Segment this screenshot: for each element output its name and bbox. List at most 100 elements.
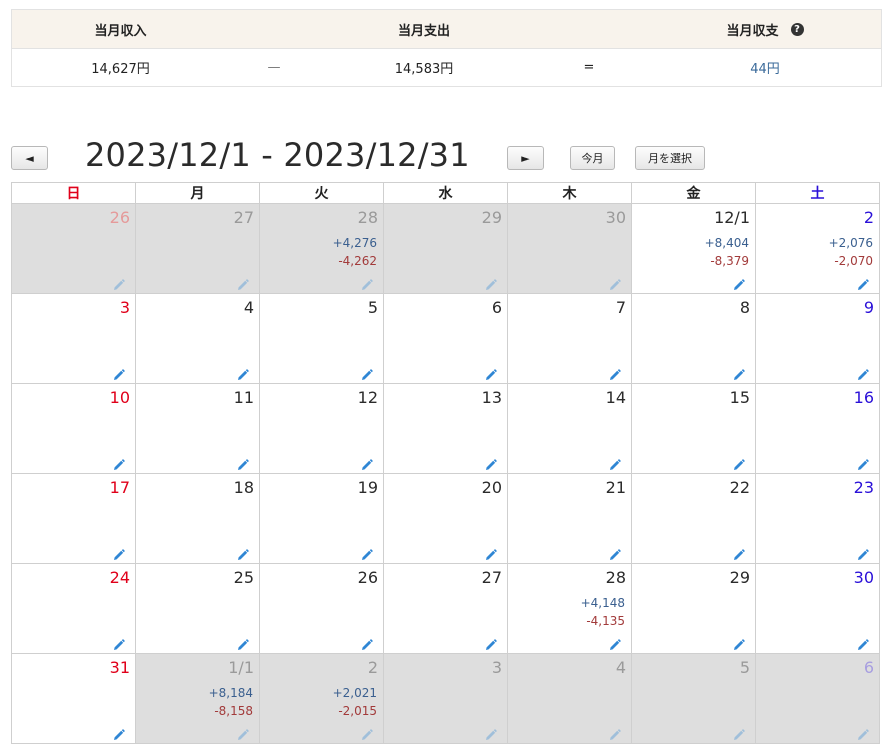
calendar-day-cell[interactable]: 19 bbox=[259, 473, 384, 564]
calendar-day-cell[interactable]: 8 bbox=[631, 293, 756, 384]
pencil-icon[interactable] bbox=[113, 276, 125, 290]
pencil-icon[interactable] bbox=[609, 546, 621, 560]
calendar-day-cell[interactable]: 15 bbox=[631, 383, 756, 474]
calendar-day-cell[interactable]: 25 bbox=[135, 563, 260, 654]
calendar-day-cell[interactable]: 5 bbox=[259, 293, 384, 384]
calendar-week: 31 1/1 +8,184 -8,158 2 +2,021 -2,015 3 4 5 6 bbox=[11, 653, 880, 744]
prev-month-button[interactable]: ◄ bbox=[11, 146, 48, 170]
pencil-icon[interactable] bbox=[237, 726, 249, 740]
pencil-icon[interactable] bbox=[857, 726, 869, 740]
help-icon[interactable]: ? bbox=[790, 22, 804, 36]
calendar-day-cell[interactable]: 27 bbox=[383, 563, 508, 654]
pencil-icon[interactable] bbox=[113, 546, 125, 560]
calendar-day-cell[interactable]: 29 bbox=[631, 563, 756, 654]
pencil-icon[interactable] bbox=[733, 546, 745, 560]
pencil-icon[interactable] bbox=[113, 456, 125, 470]
calendar-day-cell[interactable]: 14 bbox=[507, 383, 632, 474]
pencil-icon[interactable] bbox=[361, 546, 373, 560]
day-number: 18 bbox=[233, 478, 254, 497]
pencil-icon[interactable] bbox=[609, 366, 621, 380]
calendar-day-cell[interactable]: 6 bbox=[383, 293, 508, 384]
pencil-icon[interactable] bbox=[485, 636, 497, 650]
calendar-day-cell[interactable]: 6 bbox=[755, 653, 880, 744]
pencil-icon[interactable] bbox=[361, 456, 373, 470]
period-title: 2023/12/1 - 2023/12/31 bbox=[85, 136, 470, 174]
pencil-icon[interactable] bbox=[857, 636, 869, 650]
day-number: 30 bbox=[853, 568, 874, 587]
calendar-day-cell[interactable]: 12 bbox=[259, 383, 384, 474]
calendar-week: 10 11 12 13 14 15 16 bbox=[11, 383, 880, 474]
calendar-day-cell[interactable]: 4 bbox=[135, 293, 260, 384]
calendar-day-cell[interactable]: 28 +4,276 -4,262 bbox=[259, 203, 384, 294]
weekday-fri: 金 bbox=[631, 182, 756, 204]
calendar-day-cell[interactable]: 26 bbox=[259, 563, 384, 654]
pencil-icon[interactable] bbox=[857, 456, 869, 470]
calendar-week: 3 4 5 6 7 8 9 bbox=[11, 293, 880, 384]
calendar-day-cell[interactable]: 30 bbox=[507, 203, 632, 294]
calendar-day-cell[interactable]: 22 bbox=[631, 473, 756, 564]
select-month-button[interactable]: 月を選択 bbox=[635, 146, 705, 170]
this-month-button[interactable]: 今月 bbox=[570, 146, 615, 170]
calendar-day-cell[interactable]: 16 bbox=[755, 383, 880, 474]
pencil-icon[interactable] bbox=[361, 726, 373, 740]
pencil-icon[interactable] bbox=[609, 456, 621, 470]
pencil-icon[interactable] bbox=[733, 726, 745, 740]
pencil-icon[interactable] bbox=[485, 366, 497, 380]
balance-label: 当月収支 bbox=[726, 23, 779, 39]
calendar-day-cell[interactable]: 26 bbox=[11, 203, 136, 294]
pencil-icon[interactable] bbox=[361, 636, 373, 650]
pencil-icon[interactable] bbox=[113, 726, 125, 740]
pencil-icon[interactable] bbox=[485, 546, 497, 560]
pencil-icon[interactable] bbox=[733, 456, 745, 470]
calendar-day-cell[interactable]: 2 +2,076 -2,070 bbox=[755, 203, 880, 294]
calendar-day-cell[interactable]: 4 bbox=[507, 653, 632, 744]
calendar-day-cell[interactable]: 1/1 +8,184 -8,158 bbox=[135, 653, 260, 744]
pencil-icon[interactable] bbox=[733, 636, 745, 650]
calendar-day-cell[interactable]: 18 bbox=[135, 473, 260, 564]
calendar-day-cell[interactable]: 31 bbox=[11, 653, 136, 744]
expense-label: 当月支出 bbox=[397, 23, 450, 39]
calendar-day-cell[interactable]: 29 bbox=[383, 203, 508, 294]
pencil-icon[interactable] bbox=[857, 366, 869, 380]
pencil-icon[interactable] bbox=[485, 456, 497, 470]
calendar-day-cell[interactable]: 10 bbox=[11, 383, 136, 474]
day-expense: -4,262 bbox=[338, 254, 377, 268]
calendar-day-cell[interactable]: 21 bbox=[507, 473, 632, 564]
calendar-day-cell[interactable]: 9 bbox=[755, 293, 880, 384]
calendar-day-cell[interactable]: 3 bbox=[11, 293, 136, 384]
minus-operator: — bbox=[267, 60, 281, 75]
pencil-icon[interactable] bbox=[237, 636, 249, 650]
pencil-icon[interactable] bbox=[485, 726, 497, 740]
pencil-icon[interactable] bbox=[113, 636, 125, 650]
next-month-button[interactable]: ► bbox=[507, 146, 544, 170]
pencil-icon[interactable] bbox=[857, 546, 869, 560]
pencil-icon[interactable] bbox=[237, 546, 249, 560]
pencil-icon[interactable] bbox=[609, 636, 621, 650]
calendar-day-cell[interactable]: 24 bbox=[11, 563, 136, 654]
pencil-icon[interactable] bbox=[857, 276, 869, 290]
calendar-day-cell[interactable]: 3 bbox=[383, 653, 508, 744]
calendar-day-cell[interactable]: 30 bbox=[755, 563, 880, 654]
calendar-day-cell[interactable]: 12/1 +8,404 -8,379 bbox=[631, 203, 756, 294]
calendar-day-cell[interactable]: 5 bbox=[631, 653, 756, 744]
pencil-icon[interactable] bbox=[733, 276, 745, 290]
calendar-day-cell[interactable]: 27 bbox=[135, 203, 260, 294]
pencil-icon[interactable] bbox=[237, 276, 249, 290]
pencil-icon[interactable] bbox=[609, 276, 621, 290]
calendar-day-cell[interactable]: 2 +2,021 -2,015 bbox=[259, 653, 384, 744]
calendar-day-cell[interactable]: 20 bbox=[383, 473, 508, 564]
pencil-icon[interactable] bbox=[237, 456, 249, 470]
calendar-day-cell[interactable]: 13 bbox=[383, 383, 508, 474]
calendar-day-cell[interactable]: 11 bbox=[135, 383, 260, 474]
calendar-day-cell[interactable]: 23 bbox=[755, 473, 880, 564]
pencil-icon[interactable] bbox=[237, 366, 249, 380]
calendar-day-cell[interactable]: 17 bbox=[11, 473, 136, 564]
calendar-day-cell[interactable]: 28 +4,148 -4,135 bbox=[507, 563, 632, 654]
pencil-icon[interactable] bbox=[361, 276, 373, 290]
pencil-icon[interactable] bbox=[113, 366, 125, 380]
pencil-icon[interactable] bbox=[609, 726, 621, 740]
pencil-icon[interactable] bbox=[733, 366, 745, 380]
pencil-icon[interactable] bbox=[485, 276, 497, 290]
pencil-icon[interactable] bbox=[361, 366, 373, 380]
calendar-day-cell[interactable]: 7 bbox=[507, 293, 632, 384]
